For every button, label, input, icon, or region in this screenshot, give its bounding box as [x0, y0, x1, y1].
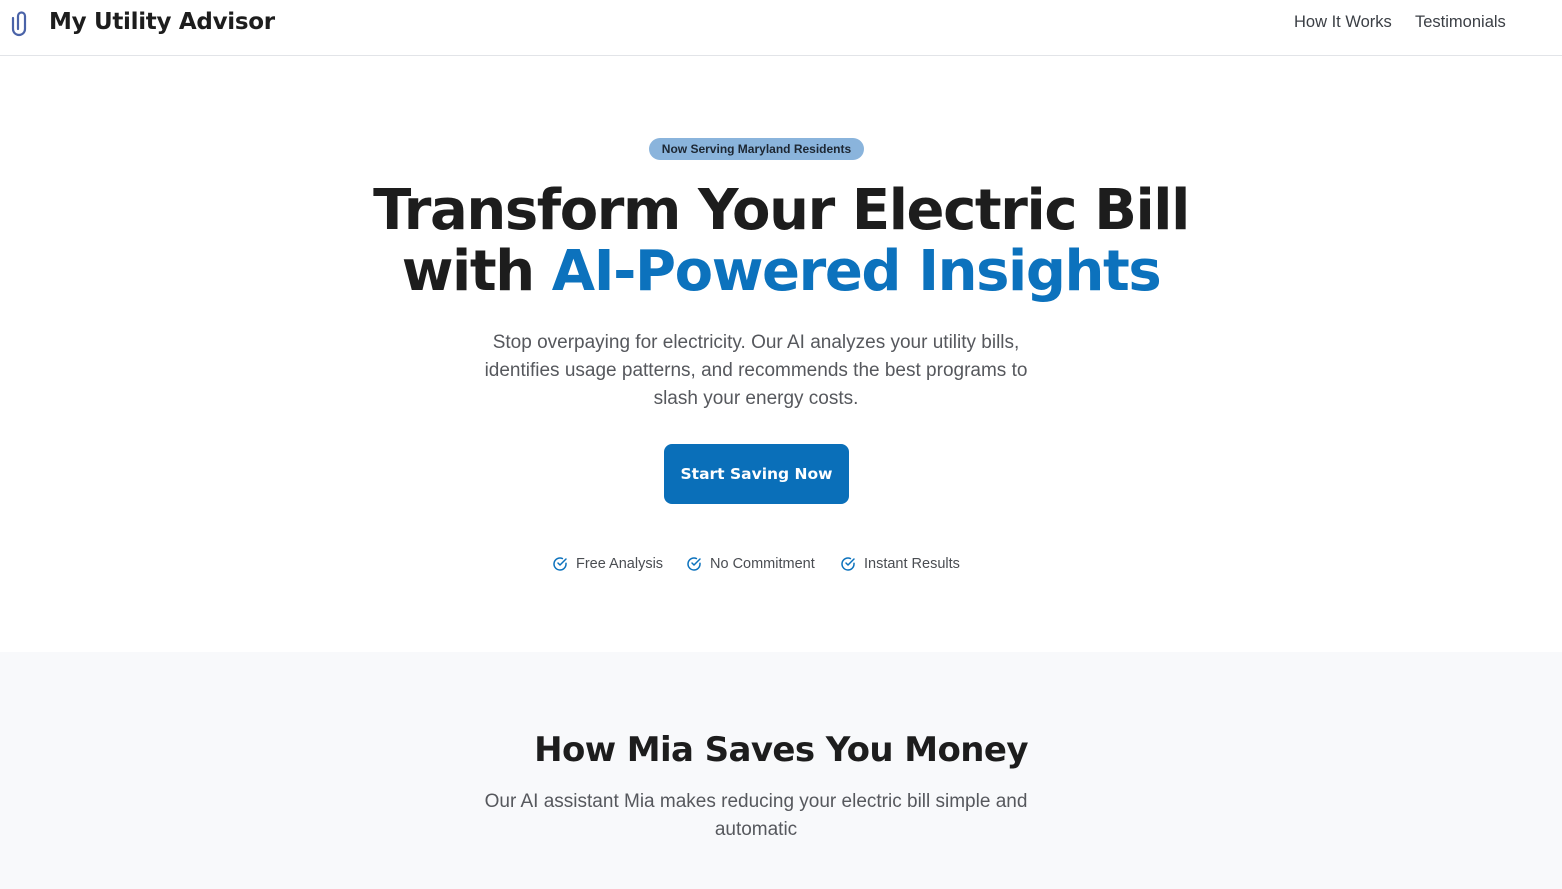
section-title: How Mia Saves You Money — [534, 730, 1028, 770]
feature-label: Free Analysis — [576, 556, 664, 572]
feature-item: Free Analysis — [552, 552, 663, 576]
feature-label: No Commitment — [710, 556, 815, 572]
check-circle-icon — [687, 557, 701, 571]
hero-section: Now Serving Maryland Residents Transform… — [0, 56, 1562, 652]
section-subtitle: Our AI assistant Mia makes reducing your… — [484, 791, 1028, 840]
feature-item: No Commitment — [686, 552, 815, 576]
feature-list: Free Analysis No Commitment Instant Resu… — [0, 552, 1562, 576]
feature-label: Instant Results — [864, 556, 960, 572]
paperclip-icon[interactable] — [8, 10, 34, 38]
brand-name[interactable]: My Utility Advisor — [49, 9, 275, 35]
top-navbar: My Utility Advisor How It Works Testimon… — [0, 0, 1562, 56]
how-it-works-section: How Mia Saves You Money Our AI assistant… — [0, 652, 1562, 889]
nav-link-testimonials[interactable]: Testimonials — [1415, 13, 1506, 32]
headline-line-1: Transform Your Electric Bill — [373, 178, 1190, 243]
hero-description: Stop overpaying for electricity. Our AI … — [484, 332, 1028, 409]
hero-headline: Transform Your Electric Bill with AI-Pow… — [231, 180, 1331, 302]
check-circle-icon — [841, 557, 855, 571]
check-circle-icon — [553, 557, 567, 571]
location-badge: Now Serving Maryland Residents — [649, 138, 864, 160]
start-saving-button[interactable]: Start Saving Now — [664, 444, 849, 504]
feature-item: Instant Results — [840, 552, 960, 576]
headline-line-2-prefix: with — [401, 239, 552, 304]
nav-link-how-it-works[interactable]: How It Works — [1294, 13, 1392, 32]
headline-accent: AI-Powered Insights — [551, 239, 1162, 304]
